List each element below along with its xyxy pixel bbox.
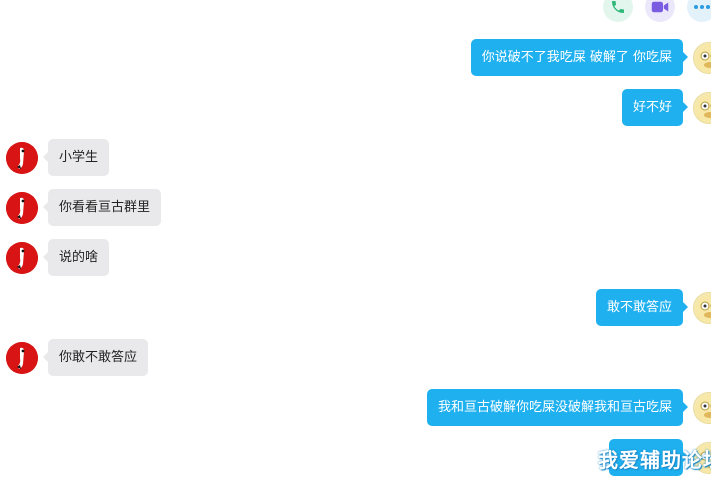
incoming-message: 小学生 xyxy=(6,139,110,176)
message-bubble[interactable]: 小学生 xyxy=(42,139,110,176)
my-avatar[interactable] xyxy=(693,41,711,74)
incoming-message: 你看看亘古群里 xyxy=(6,189,162,226)
friend-avatar[interactable] xyxy=(6,241,38,274)
outgoing-message: 敢不敢答应 xyxy=(595,289,711,326)
friend-avatar[interactable] xyxy=(6,191,38,224)
friend-avatar[interactable] xyxy=(6,141,38,174)
my-avatar[interactable] xyxy=(693,291,711,324)
my-avatar[interactable] xyxy=(693,91,711,124)
message-bubble[interactable]: 敢不敢答应 xyxy=(595,289,689,326)
friend-avatar[interactable] xyxy=(6,341,38,374)
message-bubble[interactable]: 我和亘古破解你吃屎没破解我和亘古吃屎 xyxy=(426,389,689,426)
incoming-message: 你敢不敢答应 xyxy=(6,339,149,376)
chat-message-area[interactable]: 你说破不了我吃屎 破解了 你吃屎好不好小学生你看看亘古群里 说的啥敢不敢答应你敢不… xyxy=(0,0,711,492)
message-bubble[interactable]: 你说破不了我吃屎 破解了 你吃屎 xyxy=(470,39,689,76)
outgoing-message: 我和亘古破解你吃屎没破解我和亘古吃屎 xyxy=(426,389,711,426)
incoming-message: 说的啥 xyxy=(6,239,110,276)
message-bubble[interactable]: 好不好 xyxy=(621,89,689,126)
message-bubble[interactable]: 你看看亘古群里 xyxy=(42,189,162,226)
outgoing-message: 好不好 xyxy=(621,89,711,126)
message-bubble[interactable]: 你敢不敢答应 xyxy=(42,339,149,376)
outgoing-message: 你说破不了我吃屎 破解了 你吃屎 xyxy=(470,39,711,76)
my-avatar[interactable] xyxy=(693,391,711,424)
message-bubble[interactable]: 说的啥 xyxy=(42,239,110,276)
watermark: 我爱辅助论坛 xyxy=(598,448,711,472)
